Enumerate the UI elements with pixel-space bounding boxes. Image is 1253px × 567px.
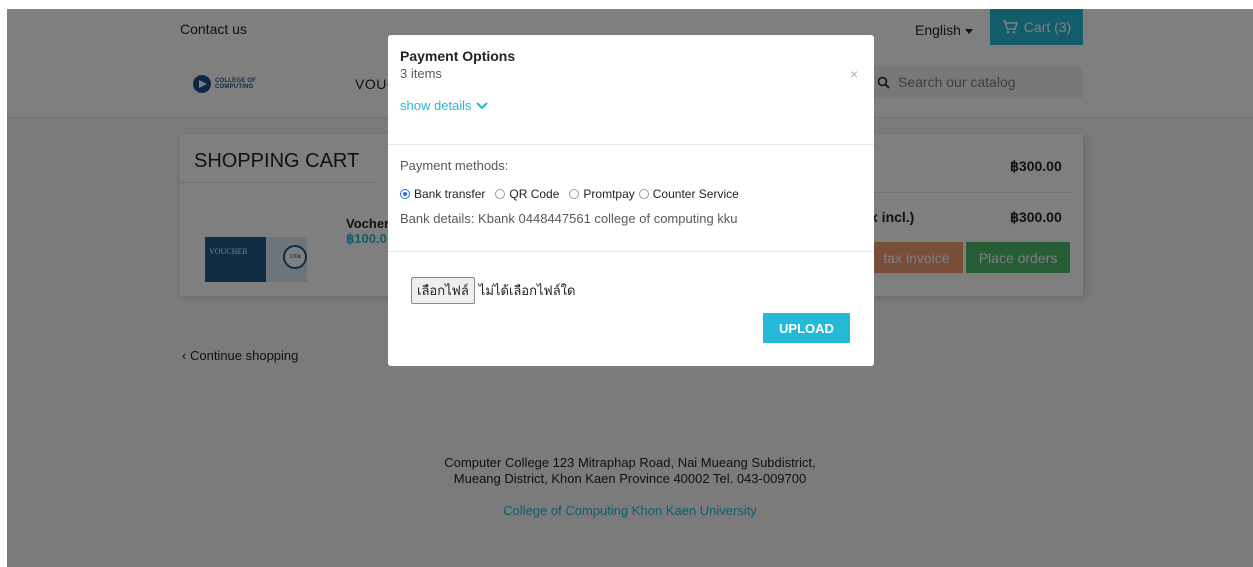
payment-methods-label: Payment methods: — [400, 158, 509, 173]
page: Contact us English Cart (3) COLLEGE OF C… — [7, 9, 1253, 567]
modal-title: Payment Options — [400, 48, 516, 64]
radio-unchecked-icon — [638, 189, 649, 199]
radio-unchecked-icon — [495, 189, 506, 199]
divider — [388, 144, 874, 145]
file-status: ไม่ได้เลือกไฟล์ใด — [478, 283, 576, 298]
choose-file-button[interactable]: เลือกไฟล์ — [411, 277, 475, 304]
close-icon[interactable]: × — [850, 66, 858, 82]
upload-button[interactable]: UPLOAD — [763, 313, 850, 343]
divider — [388, 251, 874, 252]
file-input: เลือกไฟล์ ไม่ได้เลือกไฟล์ใด — [411, 277, 575, 304]
show-details-label: show details — [400, 98, 472, 113]
chevron-down-icon — [475, 101, 488, 109]
radio-label: Promtpay — [583, 187, 635, 201]
payment-method-group: Bank transfer QR Code Promtpay Counter S… — [400, 187, 743, 201]
radio-bank-transfer[interactable]: Bank transfer — [400, 187, 485, 201]
radio-unchecked-icon — [569, 189, 580, 199]
bank-details: Bank details: Kbank 0448447561 college o… — [400, 211, 738, 226]
radio-checked-icon — [400, 189, 410, 199]
radio-label: Bank transfer — [414, 187, 486, 201]
radio-label: QR Code — [509, 187, 560, 201]
radio-label: Counter Service — [652, 187, 739, 201]
payment-options-modal: Payment Options 3 items × show details P… — [388, 35, 874, 366]
radio-promtpay[interactable]: Promtpay — [569, 187, 635, 201]
show-details-toggle[interactable]: show details — [400, 98, 488, 113]
modal-item-count: 3 items — [400, 66, 442, 81]
radio-qr-code[interactable]: QR Code — [495, 187, 559, 201]
radio-counter-service[interactable]: Counter Service — [638, 187, 739, 201]
